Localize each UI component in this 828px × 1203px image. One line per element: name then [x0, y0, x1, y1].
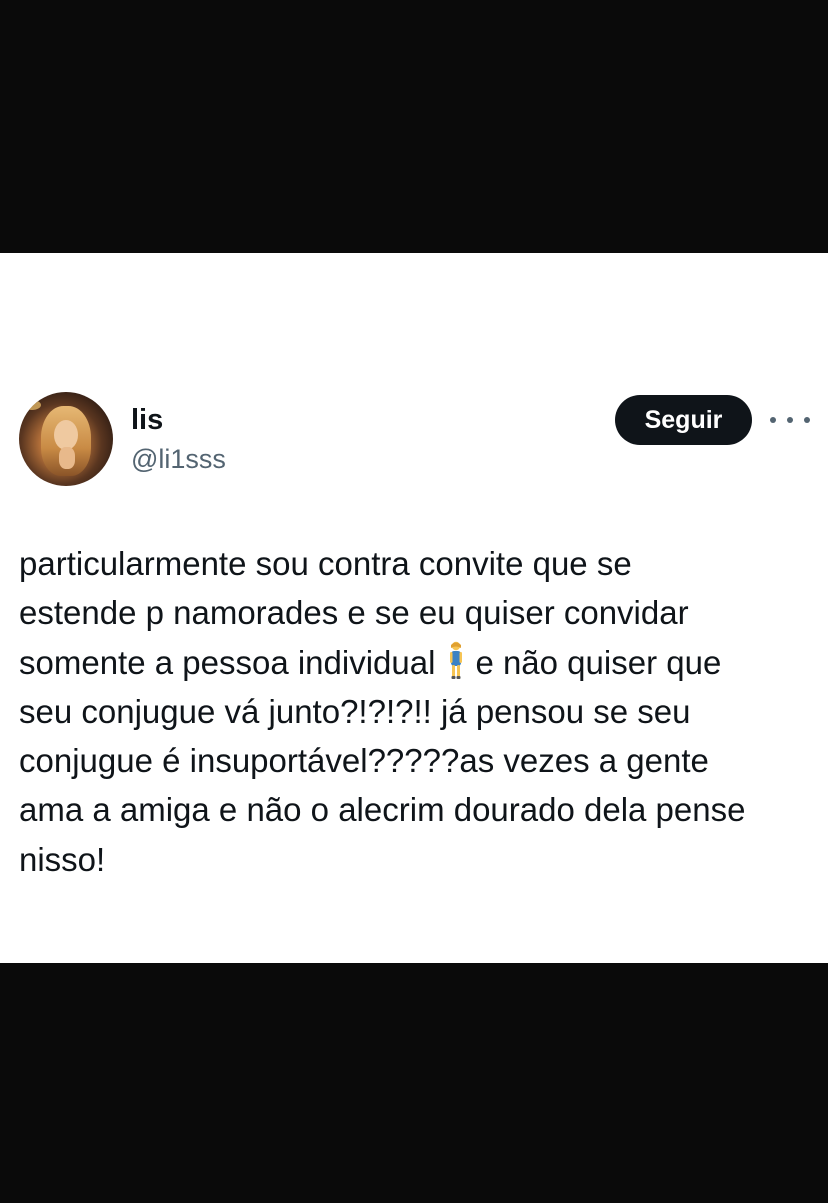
avatar-light — [23, 400, 41, 410]
top-black-bar — [0, 0, 828, 253]
avatar-hand — [59, 447, 75, 469]
avatar[interactable] — [19, 392, 113, 486]
dot-icon — [770, 417, 776, 423]
more-options-icon[interactable] — [770, 410, 810, 430]
dot-icon — [804, 417, 810, 423]
avatar-face — [54, 420, 78, 450]
tweet-text: particularmente sou contra convite que s… — [19, 539, 819, 884]
standing-person-icon — [450, 641, 463, 679]
bottom-black-bar — [0, 963, 828, 1203]
user-handle[interactable]: @li1sss — [131, 443, 226, 475]
tweet-card: lis @li1sss Seguir particularmente sou c… — [0, 253, 828, 963]
follow-button[interactable]: Seguir — [615, 395, 752, 445]
dot-icon — [787, 417, 793, 423]
display-name[interactable]: lis — [131, 403, 163, 437]
